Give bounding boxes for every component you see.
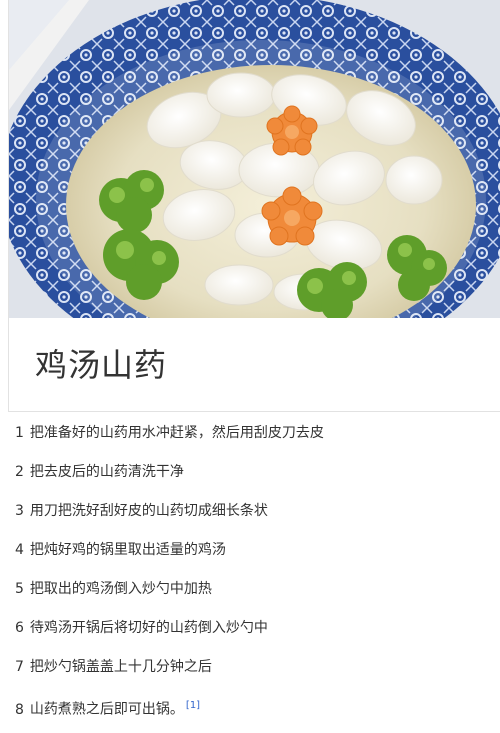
step-number: 2 [15,464,24,480]
step-number: 7 [15,659,24,675]
recipe-photo [9,0,500,318]
step-item: 7 把炒勺锅盖盖上十几分钟之后 [15,655,495,694]
step-number: 3 [15,503,24,519]
step-number: 4 [15,542,24,558]
step-item: 1 把准备好的山药用水冲赶紧，然后用刮皮刀去皮 [15,421,495,460]
step-text: 待鸡汤开锅后将切好的山药倒入炒勺中 [29,620,268,636]
step-text: 把去皮后的山药清洗干净 [29,464,184,480]
step-text: 山药煮熟之后即可出锅。 [29,701,184,718]
step-item: 6 待鸡汤开锅后将切好的山药倒入炒勺中 [15,616,495,655]
recipe-steps: 1 把准备好的山药用水冲赶紧，然后用刮皮刀去皮 2 把去皮后的山药清洗干净 3 用刀把… [15,421,495,733]
reference-link[interactable]: [1] [186,700,200,711]
step-item: 4 把炖好鸡的锅里取出适量的鸡汤 [15,538,495,577]
step-item: 8 山药煮熟之后即可出锅。 [1] [15,694,495,733]
step-number: 8 [15,701,24,718]
step-text: 把取出的鸡汤倒入炒勺中加热 [29,581,212,597]
step-item: 2 把去皮后的山药清洗干净 [15,460,495,499]
step-item: 3 用刀把洗好刮好皮的山药切成细长条状 [15,499,495,538]
step-number: 5 [15,581,24,597]
recipe-title: 鸡汤山药 [35,346,168,384]
step-number: 1 [15,425,24,441]
step-text: 把炖好鸡的锅里取出适量的鸡汤 [29,542,226,558]
step-text: 把炒勺锅盖盖上十几分钟之后 [29,659,212,675]
recipe-card: 鸡汤山药 [8,0,500,412]
step-item: 5 把取出的鸡汤倒入炒勺中加热 [15,577,495,616]
step-text: 用刀把洗好刮好皮的山药切成细长条状 [29,503,268,519]
step-number: 6 [15,620,24,636]
step-text: 把准备好的山药用水冲赶紧，然后用刮皮刀去皮 [29,425,324,441]
